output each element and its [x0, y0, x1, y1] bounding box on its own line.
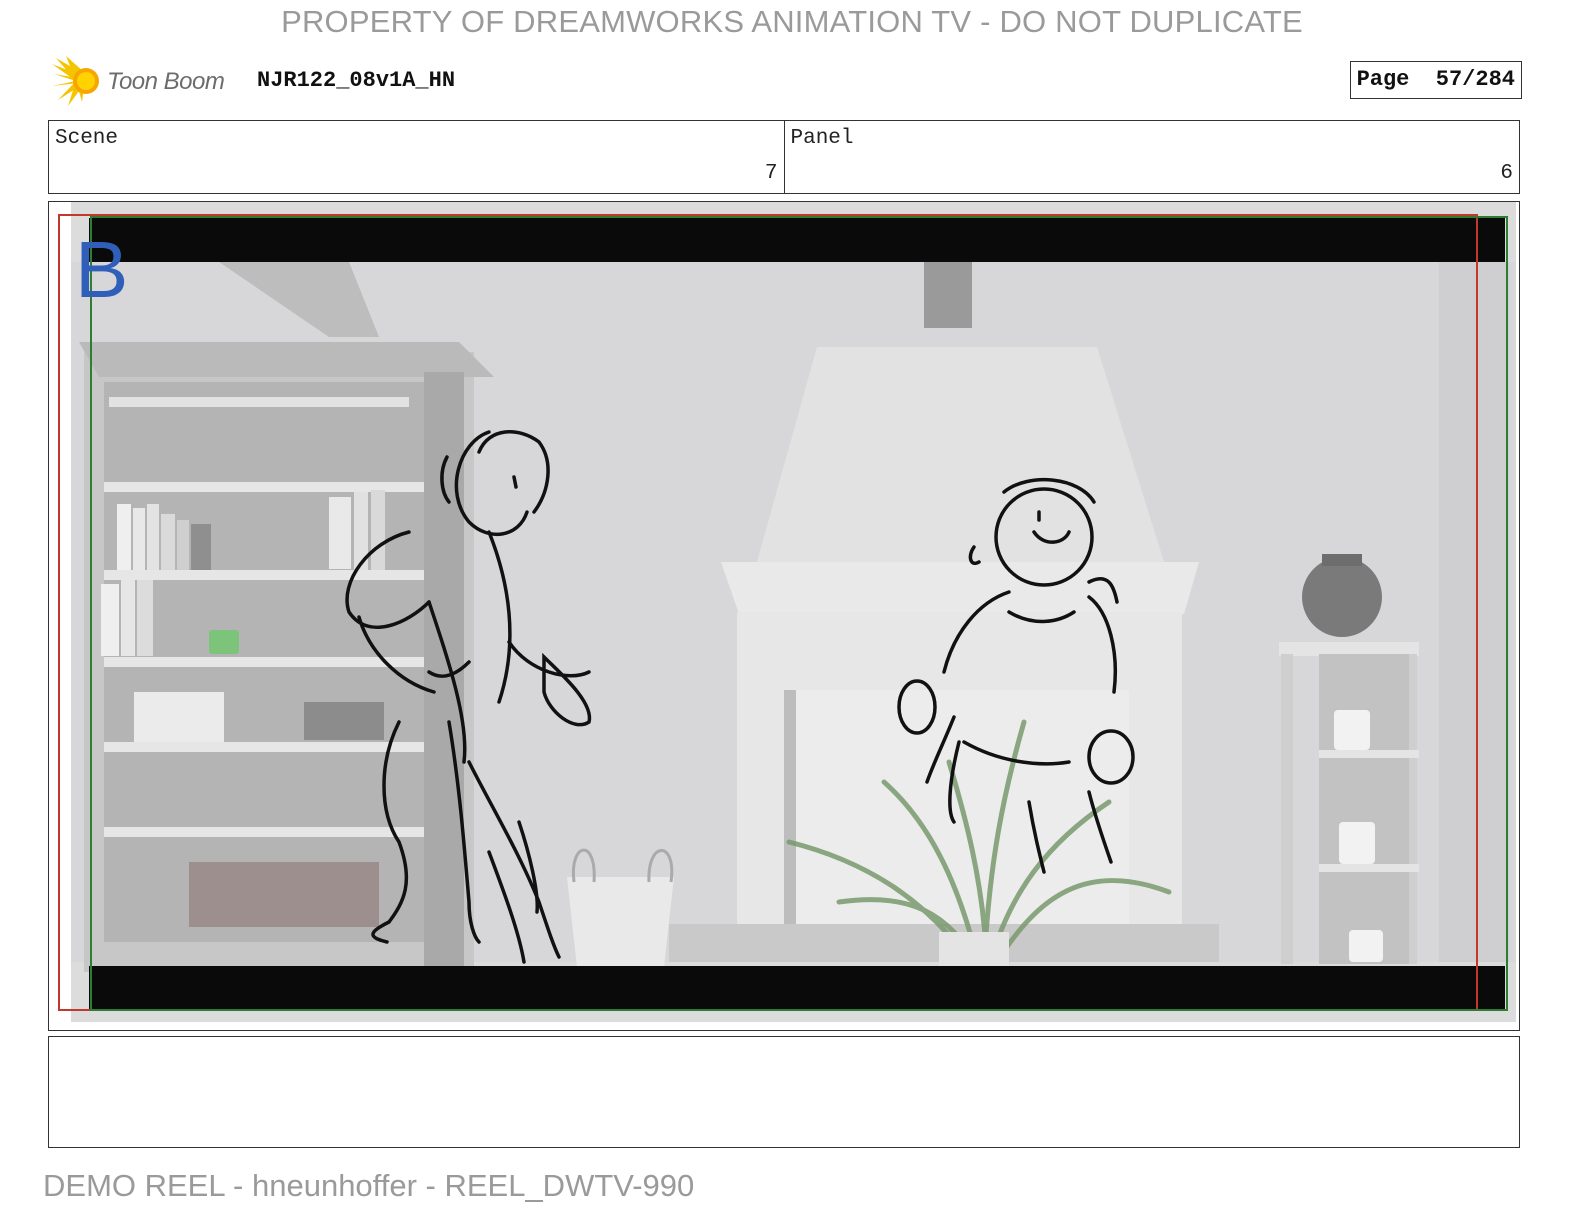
project-id: NJR122_08v1A_HN	[257, 68, 456, 93]
scene-panel-info: Scene 7 Panel 6	[48, 120, 1520, 194]
vase	[1302, 557, 1382, 637]
panel-artwork	[58, 202, 1516, 1022]
letterbox-top	[89, 218, 1505, 262]
ceiling-beam	[924, 262, 972, 328]
toon-boom-logo: Toon Boom	[52, 56, 242, 106]
panel-notes	[48, 1036, 1520, 1148]
panel-label: Panel	[790, 127, 854, 150]
page-number: 57/284	[1435, 67, 1515, 92]
page-counter: Page 57/284	[1349, 61, 1522, 99]
letterbox-bottom	[89, 966, 1505, 1010]
panel-letter: B	[75, 225, 129, 314]
logo-text: Toon Boom	[107, 68, 225, 95]
scene-value: 7	[764, 162, 778, 185]
storyboard-panel: B	[48, 201, 1520, 1031]
bottom-watermark: DEMO REEL - hneunhoffer - REEL_DWTV-990	[43, 1168, 695, 1203]
star-burst-icon	[52, 56, 99, 106]
page-header: Toon Boom NJR122_08v1A_HN Page 57/284	[50, 54, 1538, 110]
green-mug	[209, 630, 239, 654]
top-watermark: PROPERTY OF DREAMWORKS ANIMATION TV - DO…	[281, 4, 1303, 39]
scene-cell: Scene 7	[49, 121, 784, 193]
bookshelf	[79, 342, 494, 972]
scene-label: Scene	[55, 127, 119, 150]
panel-value: 6	[1500, 162, 1513, 185]
page-label: Page	[1356, 67, 1410, 92]
panel-cell: Panel 6	[783, 121, 1520, 193]
